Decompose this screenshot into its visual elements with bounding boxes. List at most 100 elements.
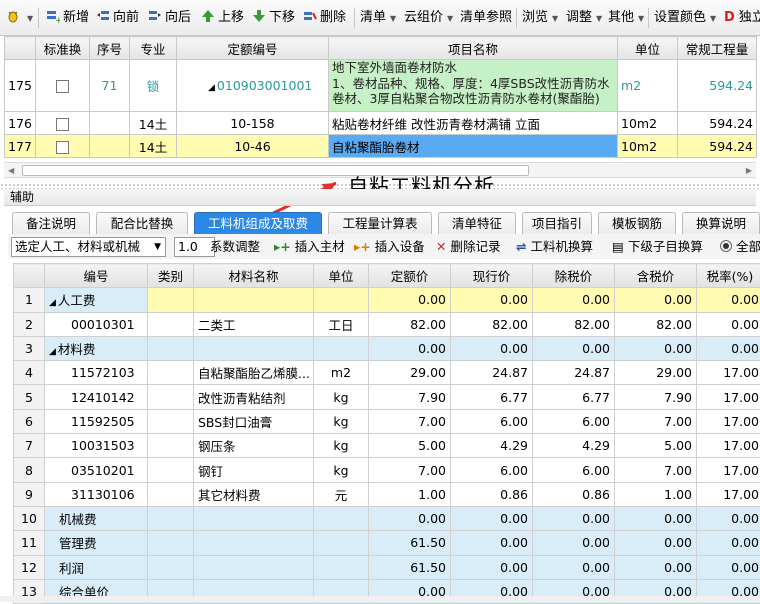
unit-cell[interactable]: kg [314,458,369,482]
name-cell[interactable]: 二类工 [194,312,314,336]
cat-cell[interactable] [148,409,194,433]
notax-cell[interactable]: 82.00 [533,312,615,336]
col-header[interactable]: 类别 [148,264,194,288]
table-row[interactable]: 411572103自粘聚酯胎乙烯膜...m229.0024.8724.8729.… [14,361,760,385]
lmm-conversion-button[interactable]: ⇌工料机换算 [516,238,593,256]
quota-cell[interactable]: 1.00 [369,482,451,506]
quota-cell[interactable]: 29.00 [369,361,451,385]
unit-cell[interactable]: kg [314,409,369,433]
name-cell[interactable]: 改性沥青粘结剂 [194,385,314,409]
unit-cell[interactable] [314,506,369,530]
col-header[interactable]: 单位 [314,264,369,288]
col-header[interactable]: 编号 [45,264,148,288]
code-cell[interactable]: 11592505 [45,409,148,433]
cur-cell[interactable]: 0.00 [451,531,533,555]
notax-cell[interactable]: 0.00 [533,336,615,360]
table-row[interactable]: 931130106其它材料费元1.000.860.861.0017.00 [14,482,760,506]
notax-cell[interactable]: 4.29 [533,434,615,458]
name-cell[interactable]: 其它材料费 [194,482,314,506]
collapse-triangle-icon[interactable]: ◢ [49,298,56,308]
name-cell[interactable] [194,506,314,530]
tab-labor-material-machine[interactable]: 工料机组成及取费 [194,212,322,234]
notax-cell[interactable]: 0.86 [533,482,615,506]
cat-cell[interactable] [148,506,194,530]
name-cell[interactable]: 自粘聚酯胎乙烯膜... [194,361,314,385]
code-cell[interactable]: ◢人工费 [45,288,148,312]
unit-cell[interactable] [314,288,369,312]
tax-cell[interactable]: 82.00 [615,312,697,336]
unit-cell[interactable]: m2 [314,361,369,385]
code-cell[interactable]: ◢材料费 [45,336,148,360]
table-row[interactable]: 1◢人工费0.000.000.000.000.00 [14,288,760,312]
col-header[interactable]: 除税价 [533,264,615,288]
col-header[interactable]: 税率(%) [697,264,760,288]
tab-list-features[interactable]: 清单特征 [438,212,516,234]
unit-cell[interactable]: 工日 [314,312,369,336]
table-row[interactable]: 10机械费0.000.000.000.000.00 [14,506,760,530]
code-cell[interactable]: 03510201 [45,458,148,482]
cat-cell[interactable] [148,434,194,458]
tax-cell[interactable]: 0.00 [615,288,697,312]
table-row[interactable]: 12利润61.500.000.000.000.00 [14,555,760,579]
cat-cell[interactable] [148,312,194,336]
notax-cell[interactable]: 0.00 [533,288,615,312]
name-cell[interactable]: 钢钉 [194,458,314,482]
tax-cell[interactable]: 7.90 [615,385,697,409]
cur-cell[interactable]: 0.00 [451,336,533,360]
tab-item-guide[interactable]: 项目指引 [522,212,592,234]
cat-cell[interactable] [148,555,194,579]
factor-adjust-button[interactable]: 系数调整 [210,238,260,256]
delete-record-button[interactable]: ✕删除记录 [436,238,501,256]
code-cell[interactable]: 利润 [45,555,148,579]
name-cell[interactable]: 钢压条 [194,434,314,458]
tax-cell[interactable]: 0.00 [615,336,697,360]
rate-cell[interactable]: 17.00 [697,482,760,506]
tax-cell[interactable]: 0.00 [615,555,697,579]
rate-cell[interactable]: 0.00 [697,506,760,530]
name-cell[interactable] [194,555,314,579]
col-header[interactable]: 材料名称 [194,264,314,288]
notax-cell[interactable]: 24.87 [533,361,615,385]
cur-cell[interactable]: 0.86 [451,482,533,506]
table-row[interactable]: 611592505SBS封口油膏kg7.006.006.007.0017.00 [14,409,760,433]
rate-cell[interactable]: 0.00 [697,555,760,579]
quota-cell[interactable]: 5.00 [369,434,451,458]
code-cell[interactable]: 机械费 [45,506,148,530]
table-row[interactable]: 11管理费61.500.000.000.000.00 [14,531,760,555]
table-row[interactable]: 200010301二类工工日82.0082.0082.0082.000.00 [14,312,760,336]
quota-cell[interactable]: 0.00 [369,506,451,530]
factor-input[interactable]: 1.0 [174,237,215,257]
unit-cell[interactable]: 元 [314,482,369,506]
unit-cell[interactable]: kg [314,385,369,409]
rate-cell[interactable]: 0.00 [697,288,760,312]
col-header[interactable]: 定额价 [369,264,451,288]
rate-cell[interactable]: 17.00 [697,361,760,385]
tax-cell[interactable]: 1.00 [615,482,697,506]
notax-cell[interactable]: 0.00 [533,506,615,530]
tab-mix-replace[interactable]: 配合比替换 [96,212,188,234]
cur-cell[interactable]: 6.77 [451,385,533,409]
quota-cell[interactable]: 7.00 [369,458,451,482]
cat-cell[interactable] [148,458,194,482]
tax-cell[interactable]: 7.00 [615,458,697,482]
tab-conversion-notes[interactable]: 换算说明 [682,212,760,234]
quota-cell[interactable]: 7.90 [369,385,451,409]
cat-cell[interactable] [148,385,194,409]
unit-cell[interactable]: kg [314,434,369,458]
sub-item-conversion-button[interactable]: ▤下级子目换算 [612,238,703,256]
name-cell[interactable] [194,336,314,360]
rate-cell[interactable]: 17.00 [697,385,760,409]
name-cell[interactable] [194,531,314,555]
name-cell[interactable]: SBS封口油膏 [194,409,314,433]
name-cell[interactable] [194,288,314,312]
cur-cell[interactable]: 0.00 [451,506,533,530]
quota-cell[interactable]: 82.00 [369,312,451,336]
unit-cell[interactable] [314,555,369,579]
radio-selected-icon[interactable] [720,240,732,252]
tax-cell[interactable]: 7.00 [615,409,697,433]
cur-cell[interactable]: 0.00 [451,555,533,579]
unit-cell[interactable] [314,531,369,555]
cat-cell[interactable] [148,482,194,506]
rate-cell[interactable]: 0.00 [697,336,760,360]
cur-cell[interactable]: 4.29 [451,434,533,458]
